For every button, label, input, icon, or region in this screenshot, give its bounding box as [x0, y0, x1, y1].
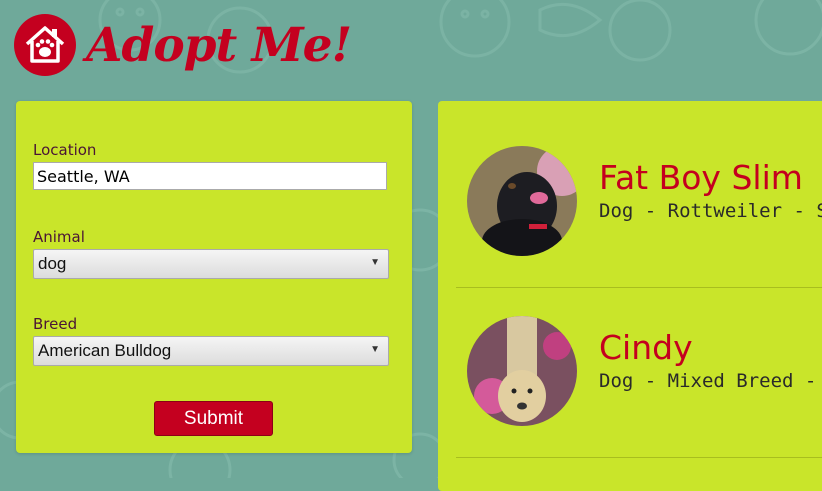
house-paw-icon — [14, 14, 76, 76]
breed-select-value: American Bulldog — [38, 341, 172, 360]
dropdown-arrow-icon: ▼ — [370, 344, 380, 355]
breed-label: Breed — [33, 315, 78, 333]
breed-select[interactable]: American Bulldog ▼ — [33, 336, 389, 366]
results-panel: Fat Boy Slim Dog - Rottweiler - St Cindy… — [438, 101, 822, 491]
pet-name: Cindy — [599, 328, 693, 367]
pet-name: Fat Boy Slim — [599, 158, 803, 197]
pet-card[interactable]: Fat Boy Slim Dog - Rottweiler - St — [438, 101, 822, 271]
pet-description: Dog - Mixed Breed - — [599, 370, 817, 392]
submit-button[interactable]: Submit — [154, 401, 273, 436]
animal-label: Animal — [33, 228, 85, 246]
search-panel: Location Animal dog ▼ Breed American Bul… — [16, 101, 412, 453]
location-label: Location — [33, 141, 97, 159]
pet-description: Dog - Rottweiler - St — [599, 200, 822, 222]
logo-text: Adopt Me! — [86, 17, 352, 73]
divider — [456, 457, 822, 458]
animal-select[interactable]: dog ▼ — [33, 249, 389, 279]
pet-photo — [467, 316, 577, 426]
pet-photo — [467, 146, 577, 256]
pet-card[interactable]: Cindy Dog - Mixed Breed - — [438, 271, 822, 441]
dropdown-arrow-icon: ▼ — [370, 257, 380, 268]
logo[interactable]: Adopt Me! — [14, 14, 352, 76]
location-input[interactable] — [33, 162, 387, 190]
animal-select-value: dog — [38, 254, 67, 273]
